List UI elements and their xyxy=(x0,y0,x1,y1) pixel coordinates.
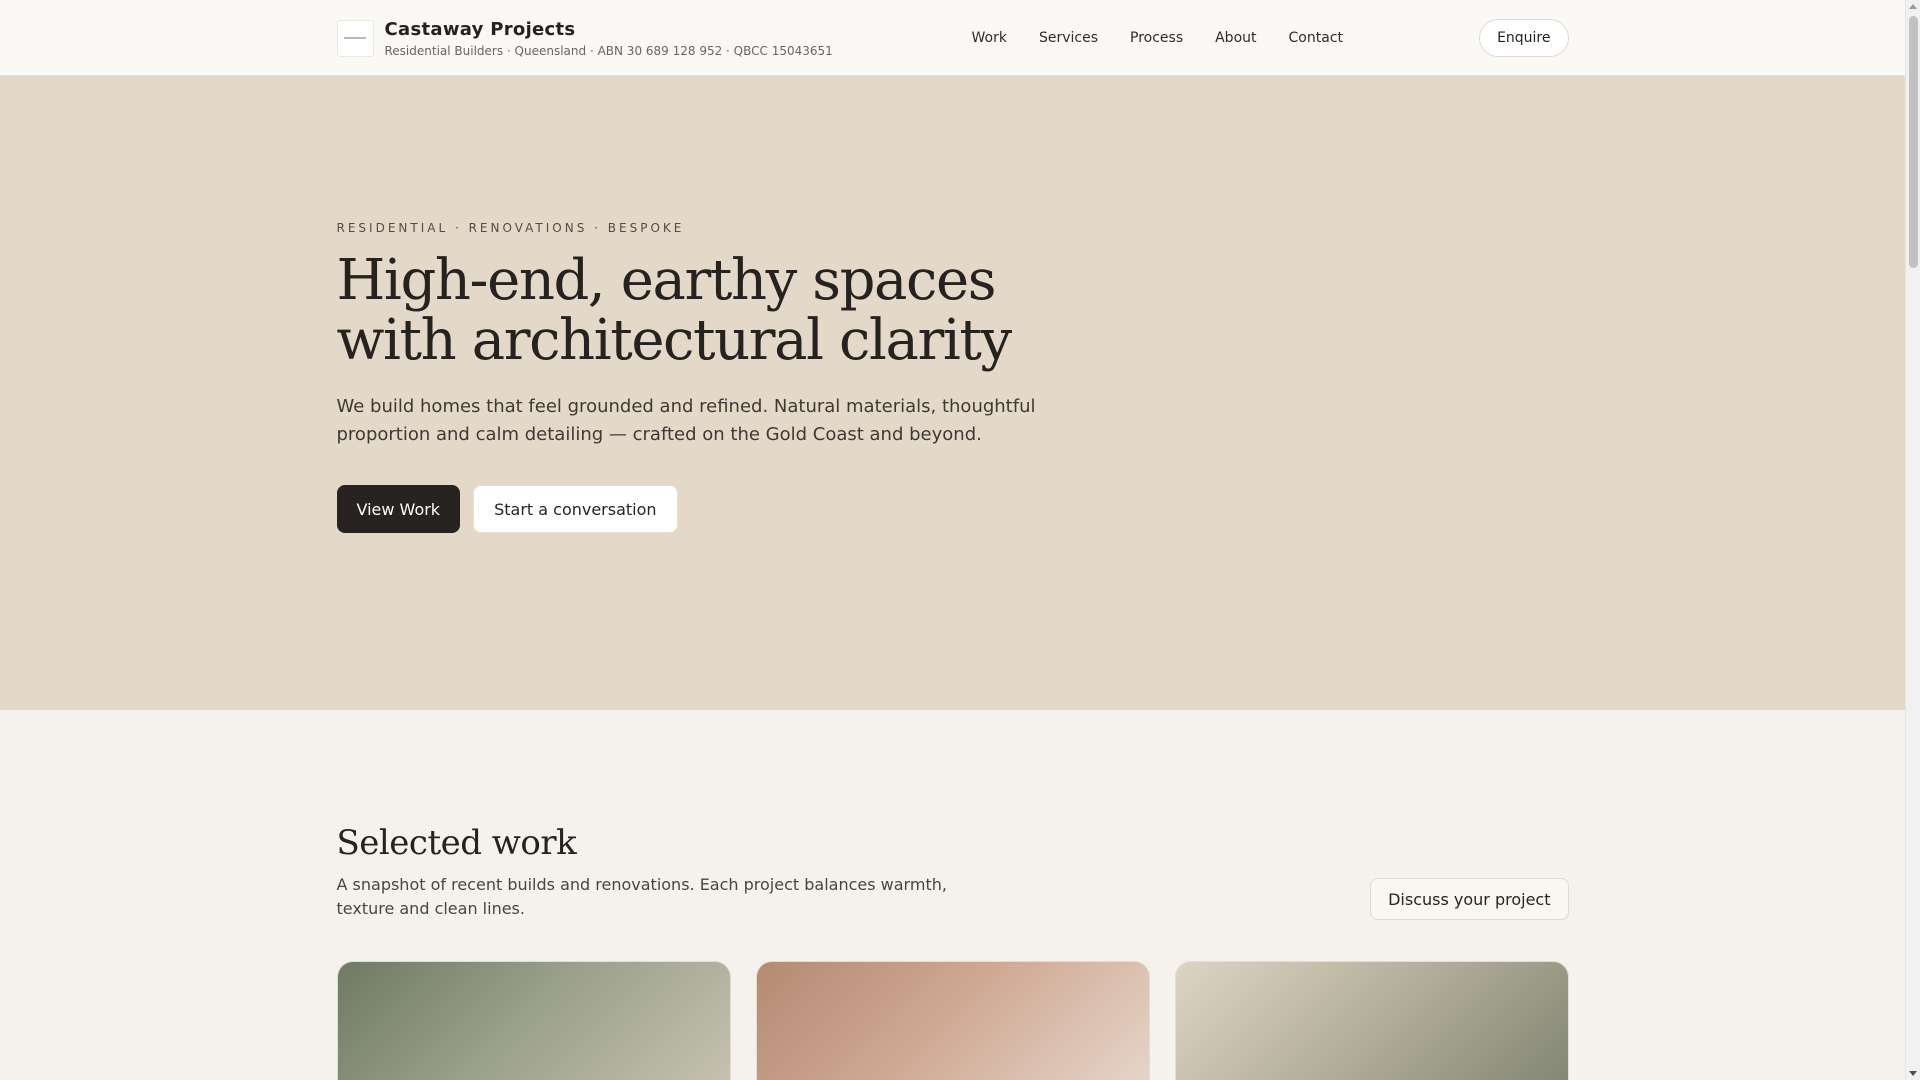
hero-section: RESIDENTIAL · RENOVATIONS · BESPOKE High… xyxy=(0,76,1905,710)
scroll-up-arrow-icon[interactable] xyxy=(1909,4,1917,9)
start-conversation-button[interactable]: Start a conversation xyxy=(473,485,678,533)
page-scrollbar[interactable] xyxy=(1905,0,1920,1080)
brand-subtitle: Residential Builders · Queensland · ABN … xyxy=(384,43,833,58)
nav-process[interactable]: Process xyxy=(1130,30,1183,46)
page: Castaway Projects Residential Builders ·… xyxy=(0,0,1905,1080)
nav-about[interactable]: About xyxy=(1215,30,1256,46)
view-work-button[interactable]: View Work xyxy=(336,485,461,533)
project-card[interactable] xyxy=(336,961,731,1080)
project-card[interactable] xyxy=(755,961,1150,1080)
section-title: Selected work xyxy=(336,823,577,863)
nav-services[interactable]: Services xyxy=(1039,30,1098,46)
logo-icon[interactable] xyxy=(336,19,374,57)
scroll-down-arrow-icon[interactable] xyxy=(1909,1071,1917,1076)
selected-work-section: Selected work A snapshot of recent build… xyxy=(0,710,1905,1080)
project-card[interactable] xyxy=(1174,961,1569,1080)
site-header: Castaway Projects Residential Builders ·… xyxy=(0,0,1905,76)
section-text: A snapshot of recent builds and renovati… xyxy=(336,875,947,918)
scrollbar-thumb[interactable] xyxy=(1909,16,1918,268)
hero-title: High-end, earthy spaces with architectur… xyxy=(336,248,1013,373)
nav-contact[interactable]: Contact xyxy=(1289,30,1343,46)
main-nav: Work Services Process About Contact xyxy=(972,0,1375,76)
enquire-button[interactable]: Enquire xyxy=(1479,19,1569,57)
hero-text: We build homes that feel grounded and re… xyxy=(336,396,1036,445)
hero-eyebrow: RESIDENTIAL · RENOVATIONS · BESPOKE xyxy=(336,221,685,235)
nav-work[interactable]: Work xyxy=(972,30,1007,46)
brand: Castaway Projects Residential Builders ·… xyxy=(385,19,833,58)
discuss-project-button[interactable]: Discuss your project xyxy=(1370,878,1569,920)
hero-actions: View Work Start a conversation xyxy=(336,485,1569,533)
section-intro: A snapshot of recent builds and renovati… xyxy=(337,873,1569,921)
project-cards xyxy=(336,961,1569,1080)
brand-name[interactable]: Castaway Projects xyxy=(385,19,833,41)
